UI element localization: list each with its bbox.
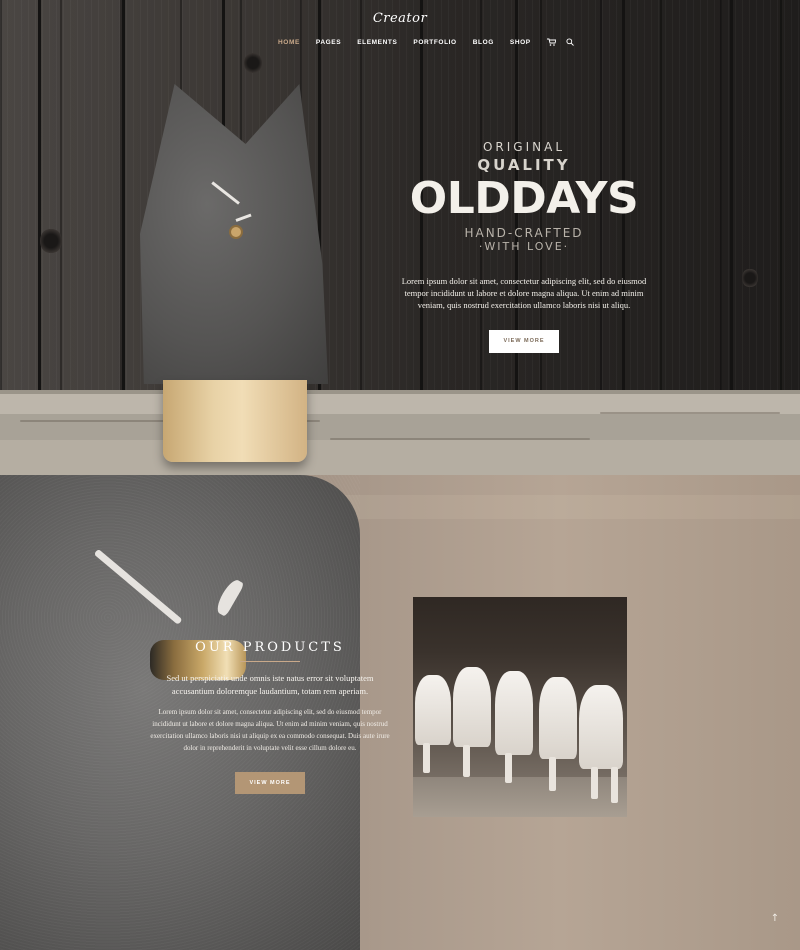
hero-line-handcrafted: HAND-CRAFTED	[464, 226, 584, 240]
hero-description: Lorem ipsum dolor sit amet, consectetur …	[401, 276, 647, 310]
nav-item-elements[interactable]: ELEMENTS	[357, 39, 397, 46]
clock-wood-base	[163, 380, 307, 462]
hero-content: ORIGINAL QUALITY OLDDAYS HAND-CRAFTED ·W…	[395, 140, 653, 353]
horse-figure	[453, 667, 491, 747]
products-view-more-button[interactable]: VIEW MORE	[235, 772, 305, 794]
products-description: Lorem ipsum dolor sit amet, consectetur …	[150, 708, 390, 752]
hero-line-quality: QUALITY	[477, 156, 571, 174]
cart-icon[interactable]	[547, 37, 557, 47]
horse-leg	[611, 767, 618, 803]
hero-section: Creator HOME PAGES ELEMENTS PORTFOLIO BL…	[0, 0, 800, 475]
wooden-horses-photo	[413, 597, 627, 817]
top-navigation: Creator HOME PAGES ELEMENTS PORTFOLIO BL…	[0, 0, 800, 60]
nav-item-home[interactable]: HOME	[278, 39, 300, 46]
products-section	[0, 475, 800, 950]
products-lead: Sed ut perspiciatis unde omnis iste natu…	[166, 673, 374, 696]
hero-view-more-button[interactable]: VIEW MORE	[489, 330, 559, 353]
wood-knot	[742, 268, 758, 288]
search-icon[interactable]	[565, 37, 575, 47]
hero-line-original: ORIGINAL	[482, 140, 566, 154]
horse-figure	[579, 685, 623, 769]
nav-item-pages[interactable]: PAGES	[316, 39, 341, 46]
shelf-grain	[330, 438, 590, 440]
hero-line-with-love: ·WITH LOVE·	[478, 240, 570, 253]
hero-brand-word: OLDDAYS	[409, 173, 639, 224]
wooden-shelf	[0, 390, 800, 475]
products-title: OUR PRODUCTS	[195, 640, 345, 655]
horse-leg	[591, 767, 598, 799]
site-logo[interactable]: Creator	[0, 11, 800, 26]
products-content: OUR PRODUCTS Sed ut perspiciatis unde om…	[145, 640, 395, 794]
main-menu: HOME PAGES ELEMENTS PORTFOLIO BLOG SHOP	[278, 37, 583, 47]
shelf-grain	[600, 412, 780, 414]
clock-hub	[229, 225, 243, 239]
horse-figure	[495, 671, 533, 755]
horse-leg	[463, 745, 470, 777]
horse-figure	[539, 677, 577, 759]
horse-figure	[415, 675, 451, 745]
horse-leg	[505, 753, 512, 783]
wood-knot	[40, 228, 62, 254]
title-divider	[240, 661, 300, 662]
nav-item-shop[interactable]: SHOP	[510, 39, 531, 46]
horse-leg	[549, 757, 556, 791]
background-stripe	[340, 495, 800, 519]
horse-leg	[423, 743, 430, 773]
scroll-to-top-button[interactable]: ↑	[768, 912, 782, 926]
nav-item-blog[interactable]: BLOG	[473, 39, 494, 46]
nav-item-portfolio[interactable]: PORTFOLIO	[413, 39, 456, 46]
